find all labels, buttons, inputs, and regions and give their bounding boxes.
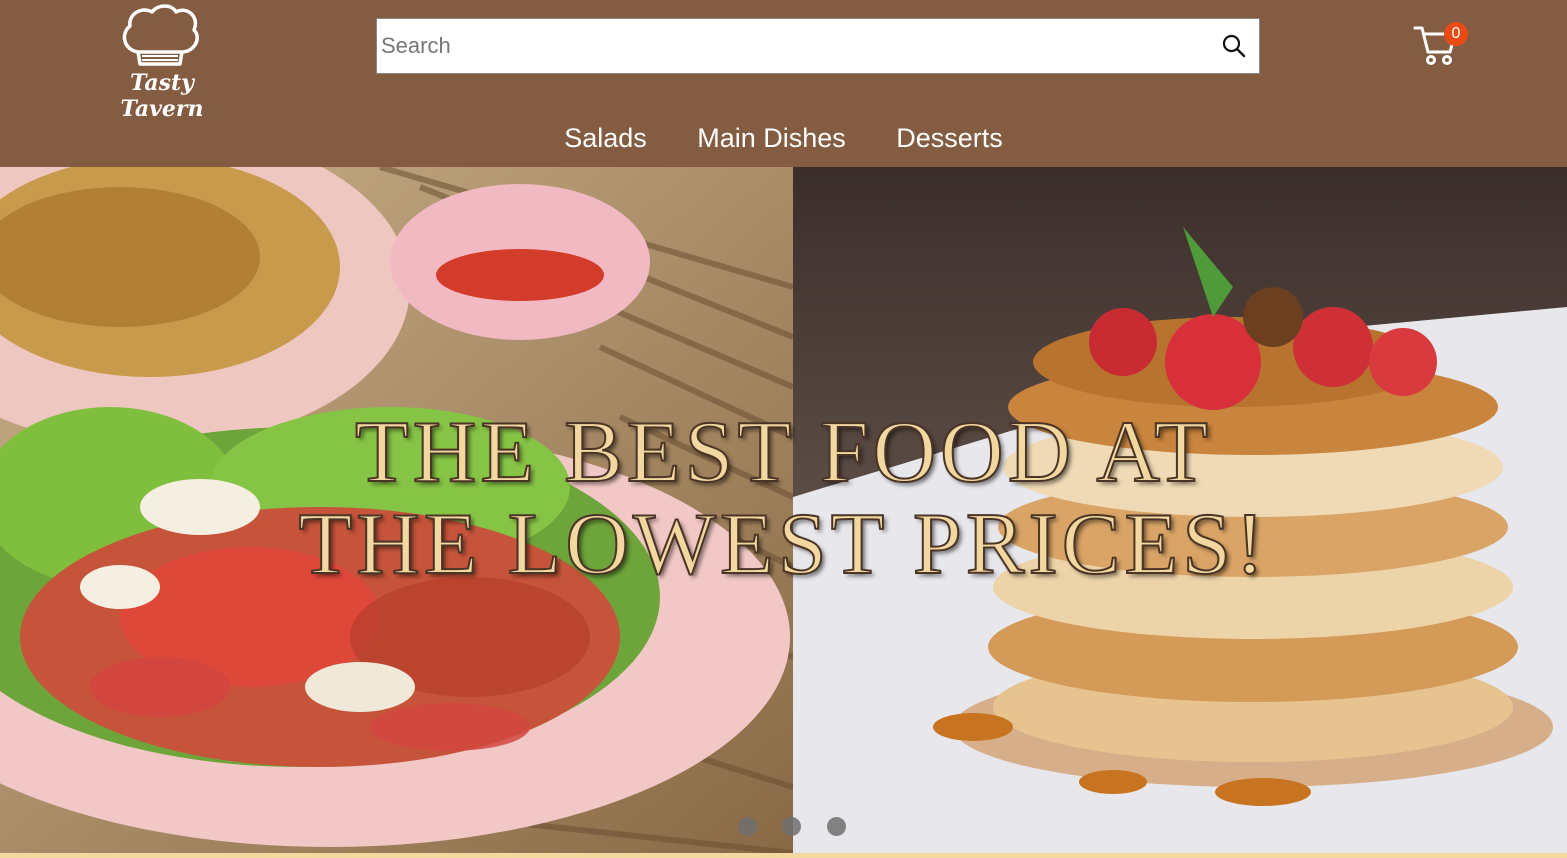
search-input[interactable]: [377, 19, 1207, 73]
hero-carousel: THE BEST FOOD AT THE LOWEST PRICES!: [0, 167, 1567, 853]
cart-button[interactable]: 0: [1412, 20, 1472, 70]
hero-title-line-2: THE LOWEST PRICES!: [298, 496, 1269, 593]
logo-text: Tasty Tavern: [120, 70, 204, 122]
search-icon[interactable]: [1221, 33, 1247, 59]
carousel-dot-3[interactable]: [827, 817, 846, 836]
nav-item-salads[interactable]: Salads: [564, 116, 647, 160]
site-header: Tasty Tavern 0 Salads Main Dishes Desser…: [0, 0, 1567, 167]
main-nav: Salads Main Dishes Desserts: [0, 116, 1567, 160]
carousel-dots: [738, 817, 858, 837]
cart-count-badge: 0: [1444, 22, 1468, 46]
chef-hat-icon: [122, 4, 199, 66]
carousel-dot-2[interactable]: [782, 817, 801, 836]
hero-title-line-1: THE BEST FOOD AT: [354, 404, 1212, 501]
carousel-dot-1[interactable]: [738, 817, 757, 836]
logo[interactable]: Tasty Tavern: [92, 4, 232, 122]
search-bar: [376, 18, 1260, 74]
nav-item-main-dishes[interactable]: Main Dishes: [697, 116, 846, 160]
hero-title: THE BEST FOOD AT THE LOWEST PRICES!: [0, 404, 1567, 593]
page-bottom-strip: [0, 853, 1567, 858]
nav-item-desserts[interactable]: Desserts: [896, 116, 1003, 160]
